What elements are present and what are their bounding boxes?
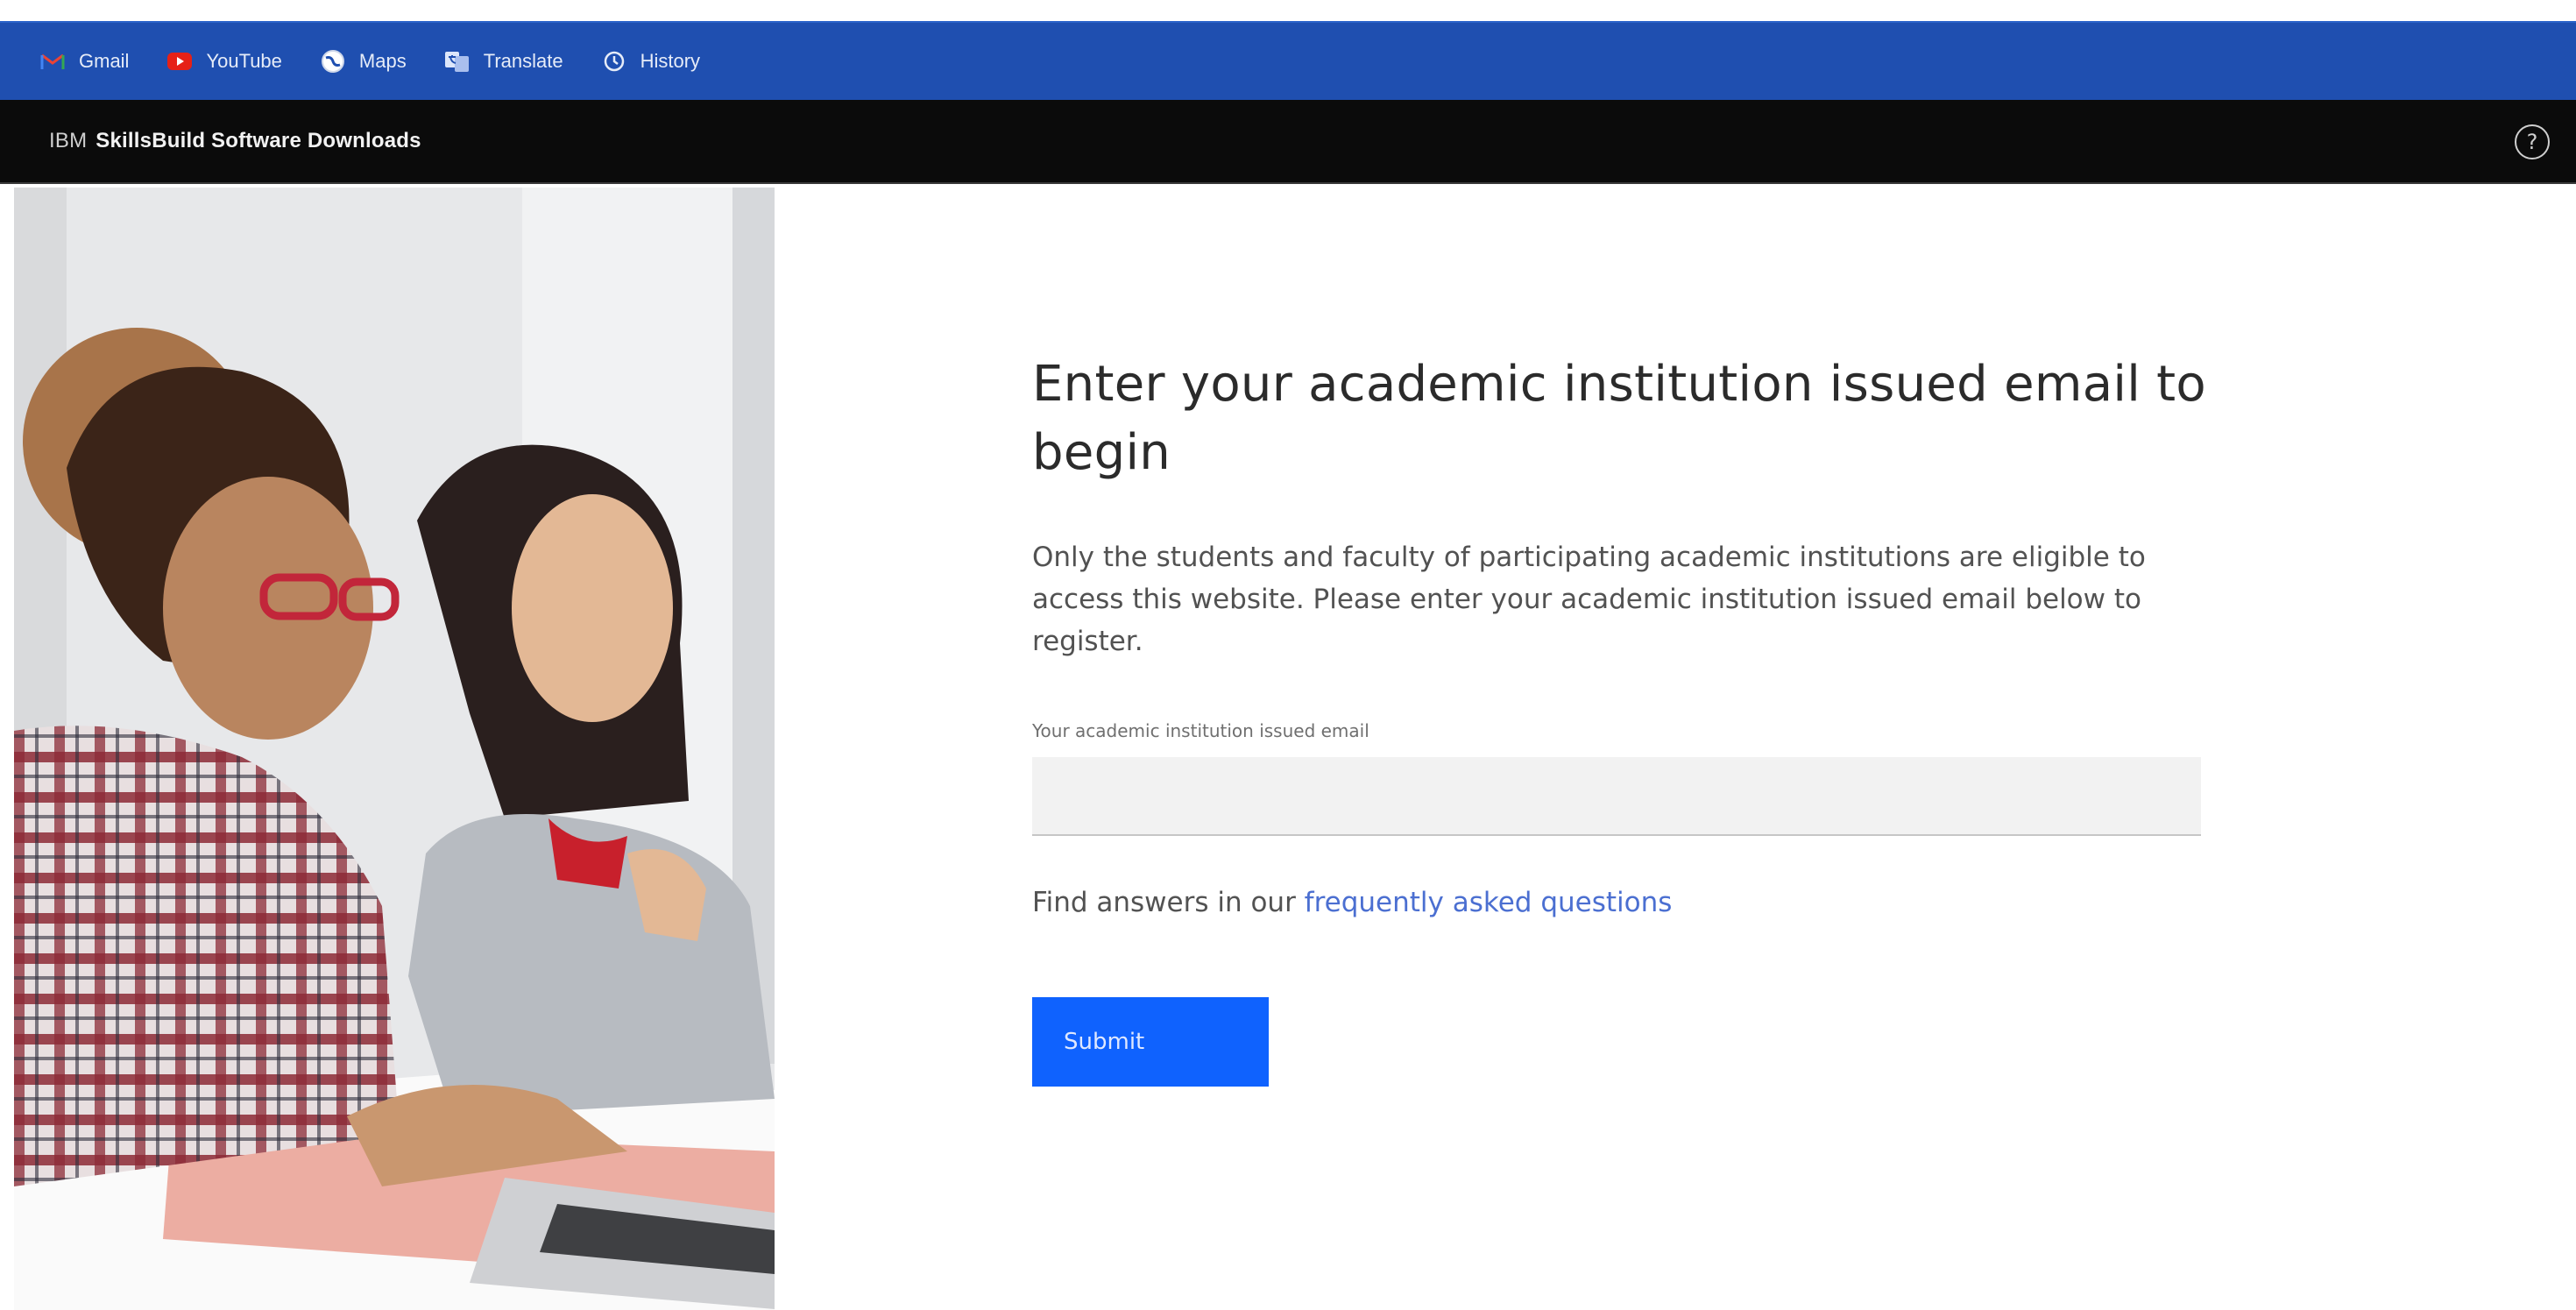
maps-icon [319, 47, 347, 75]
bookmark-history[interactable]: History [600, 47, 700, 75]
history-icon [600, 47, 628, 75]
help-icon[interactable]: ? [2515, 124, 2550, 159]
students-photo [14, 188, 775, 1310]
bookmark-label: Gmail [79, 50, 130, 72]
bookmark-label: Translate [483, 50, 563, 72]
bookmark-youtube[interactable]: YouTube [166, 47, 282, 75]
gmail-icon [39, 47, 67, 75]
bookmarks-bar: Gmail YouTube Maps Translate History [0, 21, 2576, 100]
product-name: SkillsBuild Software Downloads [96, 129, 421, 152]
bookmark-label: History [640, 50, 701, 72]
registration-panel: Enter your academic institution issued e… [1032, 351, 2206, 1087]
translate-icon [443, 47, 471, 75]
bookmark-gmail[interactable]: Gmail [39, 47, 129, 75]
hero-image [14, 188, 775, 1310]
page-title: Enter your academic institution issued e… [1032, 356, 2206, 481]
site-header: IBM SkillsBuild Software Downloads ? [0, 100, 2576, 184]
bookmark-label: YouTube [206, 50, 282, 72]
email-input[interactable] [1032, 757, 2201, 836]
bookmark-label: Maps [358, 50, 407, 72]
youtube-icon [166, 47, 194, 75]
eligibility-description: Only the students and faculty of partici… [1032, 542, 2146, 657]
submit-button[interactable]: Submit [1032, 997, 1269, 1087]
email-field-label: Your academic institution issued email [1032, 720, 1369, 741]
faq-link[interactable]: frequently asked questions [1305, 887, 1673, 918]
faq-prefix: Find answers in our [1032, 887, 1305, 918]
bookmark-maps[interactable]: Maps [319, 47, 407, 75]
brand-name: IBM [49, 129, 88, 152]
product-name-link[interactable]: IBM SkillsBuild Software Downloads [49, 129, 421, 153]
faq-text: Find answers in our frequently asked que… [1032, 887, 2206, 918]
bookmark-translate[interactable]: Translate [443, 47, 563, 75]
